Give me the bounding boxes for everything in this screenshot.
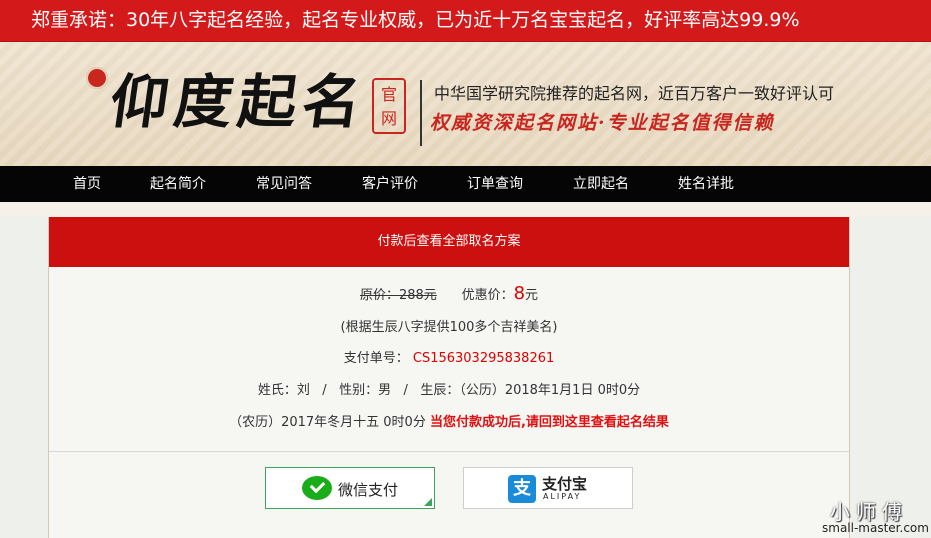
nav-item-name-analysis[interactable]: 姓名详批 <box>678 166 734 202</box>
surname: 姓氏：刘 <box>257 383 310 398</box>
wechat-pay-button[interactable]: 微信支付 <box>265 467 435 509</box>
site-header: 仰度起名 官网 中华国学研究院推荐的起名网，近百万客户一致好评认可 权威资深起名… <box>0 42 931 166</box>
nav-item-home[interactable]: 首页 <box>73 166 101 202</box>
wechat-pay-label: 微信支付 <box>338 481 399 499</box>
info-divider: / <box>322 383 327 398</box>
main-nav: 首页 起名简介 常见问答 客户评价 订单查询 立即起名 姓名详批 <box>0 166 931 202</box>
selected-indicator-icon <box>424 498 432 506</box>
payment-notice: 当您付款成功后,请回到这里查看起名结果 <box>429 415 669 430</box>
nav-item-faq[interactable]: 常见问答 <box>256 166 312 202</box>
alipay-button[interactable]: 支 支付宝 ALIPAY <box>463 467 633 509</box>
logo-seal-icon <box>86 67 108 89</box>
price-row: 原价：288元 优惠价：8元 <box>49 283 849 304</box>
site-logo[interactable]: 仰度起名 <box>104 62 377 152</box>
order-number-value: CS156303295838261 <box>412 351 555 366</box>
order-number-row: 支付单号： CS156303295838261 <box>49 347 849 366</box>
slogan-line2: 权威资深起名网站·专业起名值得信赖 <box>430 112 775 134</box>
alipay-label-en: ALIPAY <box>543 492 582 501</box>
gender: 性别：男 <box>339 383 392 398</box>
info-divider: / <box>403 383 408 398</box>
nav-item-order-query[interactable]: 订单查询 <box>467 166 523 202</box>
sale-price-unit: 元 <box>525 288 539 303</box>
order-number-label: 支付单号： <box>343 351 409 366</box>
birth-solar: 生辰：（公历）2018年1月1日 0时0分 <box>420 383 641 398</box>
original-price: 原价：288元 <box>359 288 437 303</box>
promo-banner-text: 郑重承诺：30年八字起名经验，起名专业权威，已为近十万名宝宝起名，好评率高达99… <box>31 9 800 31</box>
panel-title: 付款后查看全部取名方案 <box>49 217 849 267</box>
customer-info-row: 姓氏：刘 / 性别：男 / 生辰：（公历）2018年1月1日 0时0分 <box>49 379 849 398</box>
lunar-row: （农历）2017年冬月十五 0时0分 当您付款成功后,请回到这里查看起名结果 <box>49 411 849 430</box>
alipay-icon: 支 <box>508 475 536 503</box>
watermark-en: small-master.com <box>822 521 929 535</box>
birth-lunar: （农历）2017年冬月十五 0时0分 <box>229 415 426 430</box>
nav-item-intro[interactable]: 起名简介 <box>150 166 206 202</box>
order-panel: 付款后查看全部取名方案 原价：288元 优惠价：8元 (根据生辰八字提供100多… <box>48 217 850 538</box>
header-strip <box>0 202 931 217</box>
sale-price-value: 8 <box>513 283 526 304</box>
header-divider <box>420 80 422 146</box>
divider <box>49 451 849 452</box>
description: (根据生辰八字提供100多个吉祥美名) <box>340 320 558 335</box>
sale-price-label: 优惠价： <box>461 288 514 303</box>
wechat-icon <box>302 476 332 500</box>
official-stamp: 官网 <box>372 78 406 134</box>
slogan-line1: 中华国学研究院推荐的起名网，近百万客户一致好评认可 <box>434 84 835 103</box>
promo-banner: 郑重承诺：30年八字起名经验，起名专业权威，已为近十万名宝宝起名，好评率高达99… <box>0 0 931 42</box>
nav-item-start-naming[interactable]: 立即起名 <box>573 166 629 202</box>
nav-item-reviews[interactable]: 客户评价 <box>362 166 418 202</box>
alipay-label: 支付宝 <box>542 475 588 493</box>
